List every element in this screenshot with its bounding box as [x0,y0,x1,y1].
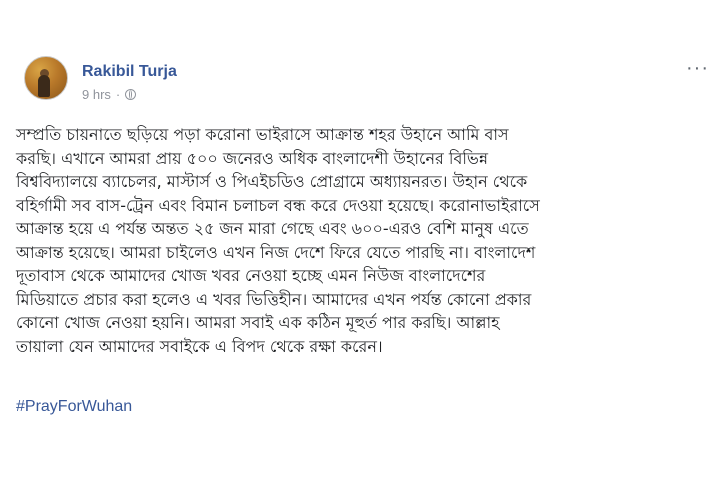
post-body-line: আক্রান্ত হয়ে এ পর্যন্ত অন্তত ২৫ জন মারা… [16,219,529,238]
more-options-icon[interactable]: ··· [686,58,709,78]
post-body-line: বহির্গামী সব বাস-ট্রেন এবং বিমান চলাচল ব… [16,195,540,215]
post-body-line: মিডিয়াতে প্রচার করা হলেও এ খবর ভিত্তিহী… [16,289,532,309]
author-name-link[interactable]: Rakibil Turja [82,63,177,81]
post-body-line: আক্রান্ত হয়েছে। আমরা চাইলেও এখন নিজ দেশ… [16,242,536,262]
avatar[interactable] [24,56,68,100]
post-body: সম্প্রতি চায়নাতে ছড়িয়ে পড়া করোনা ভাই… [16,123,716,358]
post-body-line: করছি। এখানে আমরা প্রায় ৫০০ জনেরও অধিক ব… [16,148,488,168]
post-body-line: দূতাবাস থেকে আমাদের খোজ খবর নেওয়া হচ্ছে… [16,266,486,285]
post-body-line: কোনো খোজ নেওয়া হয়নি। আমরা সবাই এক কঠিন… [16,313,500,332]
post-body-line: তায়ালা যেন আমাদের সবাইকে এ বিপদ থেকে রক… [16,336,383,356]
post-body-line: সম্প্রতি চায়নাতে ছড়িয়ে পড়া করোনা ভাই… [16,125,509,144]
post-timestamp[interactable]: 9 hrs [82,87,111,102]
post-timestamp-row: 9 hrs · [82,87,177,102]
meta-separator: · [115,87,121,102]
post-meta: Rakibil Turja 9 hrs · [82,56,177,102]
post-header: Rakibil Turja 9 hrs · [24,56,177,102]
post-body-line: বিশ্ববিদ্যালয়ে ব্যাচেলর, মাস্টার্স ও পি… [16,172,528,191]
avatar-figure-shape [38,75,50,97]
hashtag-link[interactable]: #PrayForWuhan [16,398,132,416]
facebook-post: Rakibil Turja 9 hrs · ··· সম্প্রতি চায়ন… [0,0,725,484]
globe-icon[interactable] [125,89,137,100]
